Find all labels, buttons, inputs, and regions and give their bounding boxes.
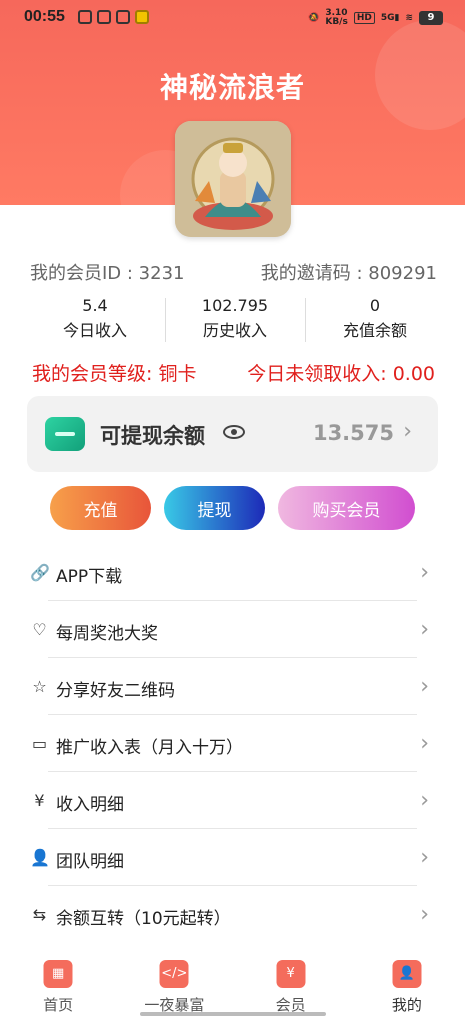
chevron-right-icon: › (420, 902, 429, 927)
heart-icon: ♡ (32, 620, 47, 639)
home-indicator[interactable] (140, 1012, 326, 1016)
code-icon: </> (159, 960, 189, 988)
transfer-icon: ⇆ (32, 905, 47, 924)
menu-item-share-qrcode[interactable]: ☆ 分享好友二维码 › (0, 658, 465, 715)
chevron-right-icon: › (420, 845, 429, 870)
status-time: 00:55 (24, 8, 65, 25)
stat-value: 0 (369, 296, 381, 315)
avatar[interactable] (175, 121, 291, 237)
sim-icon (116, 10, 130, 24)
stat-label: 充值余额 (342, 321, 407, 340)
app-notification-icon (135, 10, 149, 24)
menu-item-label: APP下载 (56, 567, 123, 587)
member-level-row: 我的会员等级: 铜卡 今日未领取收入: 0.00 (32, 359, 435, 386)
unclaimed-income: 今日未领取收入: 0.00 (247, 363, 435, 385)
menu-item-promotion-income[interactable]: ▭ 推广收入表（月入十万） › (0, 715, 465, 772)
menu-item-label: 推广收入表（月入十万） (56, 738, 243, 758)
tab-label: 我的 (391, 996, 422, 1014)
member-id: 我的会员ID : 3231 (30, 263, 185, 284)
app-notification-icon (97, 10, 111, 24)
recharge-button[interactable]: 充值 (50, 486, 151, 530)
chevron-right-icon: › (420, 788, 429, 813)
chevron-right-icon: › (420, 617, 429, 642)
status-notification-icons (78, 10, 149, 24)
user-icon: 👤 (30, 848, 50, 867)
member-level: 我的会员等级: 铜卡 (32, 363, 197, 385)
menu-item-label: 每周奖池大奖 (56, 624, 158, 644)
member-ids: 我的会员ID : 3231 我的邀请码 : 809291 (30, 259, 437, 285)
menu-item-label: 收入明细 (56, 795, 124, 815)
stat-label: 历史收入 (202, 321, 267, 340)
app-notification-icon (78, 10, 92, 24)
status-bar: 00:55 🔕 3.10 KB/s HD 5G▮ ≋ 9 (0, 0, 465, 36)
wifi-icon: ≋ (405, 13, 413, 23)
tab-home[interactable]: ▦ 首页 (0, 952, 116, 1024)
wallet-icon (45, 417, 85, 451)
menu-item-label: 团队明细 (56, 852, 124, 872)
status-system-icons: 🔕 3.10 KB/s HD 5G▮ ≋ 9 (308, 9, 443, 27)
net-speed: 3.10 KB/s (325, 8, 348, 27)
menu-item-team-detail[interactable]: 👤 团队明细 › (0, 829, 465, 886)
withdrawable-balance-card[interactable]: 可提现余额 13.575 › (27, 396, 438, 472)
hd-icon: HD (353, 12, 375, 24)
stat-value: 5.4 (82, 296, 108, 315)
chevron-right-icon: › (420, 560, 429, 585)
menu-item-label: 余额互转（10元起转） (56, 909, 231, 929)
menu-item-balance-transfer[interactable]: ⇆ 余额互转（10元起转） › (0, 886, 465, 943)
chevron-right-icon: › (420, 674, 429, 699)
buy-member-button[interactable]: 购买会员 (278, 486, 415, 530)
stat-recharge-balance: 0 充值余额 (305, 296, 445, 344)
ticket-icon: ▭ (31, 734, 48, 753)
stat-label: 今日收入 (62, 321, 127, 340)
balance-amount: 13.575 (312, 421, 394, 445)
balance-title: 可提现余额 (100, 424, 205, 448)
member-icon: ¥ (276, 960, 306, 988)
tab-label: 首页 (43, 996, 74, 1014)
yen-icon: ¥ (34, 791, 45, 810)
profile-icon: 👤 (392, 960, 422, 988)
chevron-right-icon: › (420, 731, 429, 756)
chevron-right-icon: › (403, 419, 412, 444)
menu-list: 🔗 APP下载 › ♡ 每周奖池大奖 › ☆ 分享好友二维码 › ▭ 推广收入表… (0, 544, 465, 943)
menu-item-income-detail[interactable]: ¥ 收入明细 › (0, 772, 465, 829)
stat-value: 102.795 (201, 296, 269, 315)
mute-icon: 🔕 (308, 13, 320, 23)
link-icon: 🔗 (30, 563, 50, 582)
tab-mine[interactable]: 👤 我的 (349, 952, 465, 1024)
home-icon: ▦ (43, 960, 73, 988)
stat-history-income: 102.795 历史收入 (165, 296, 305, 344)
menu-item-label: 分享好友二维码 (56, 681, 175, 701)
star-icon: ☆ (32, 677, 47, 696)
menu-item-weekly-prize[interactable]: ♡ 每周奖池大奖 › (0, 601, 465, 658)
stat-today-income: 5.4 今日收入 (25, 296, 165, 344)
withdraw-button[interactable]: 提现 (164, 486, 265, 530)
avatar-image (175, 121, 291, 237)
battery-icon: 9 (419, 11, 443, 25)
menu-item-app-download[interactable]: 🔗 APP下载 › (0, 544, 465, 601)
signal-icon: 5G▮ (380, 13, 400, 23)
invite-code[interactable]: 我的邀请码 : 809291 (261, 259, 437, 285)
income-stats: 5.4 今日收入 102.795 历史收入 0 充值余额 (25, 296, 445, 344)
user-nickname: 神秘流浪者 (159, 71, 305, 104)
eye-icon[interactable] (223, 425, 245, 439)
